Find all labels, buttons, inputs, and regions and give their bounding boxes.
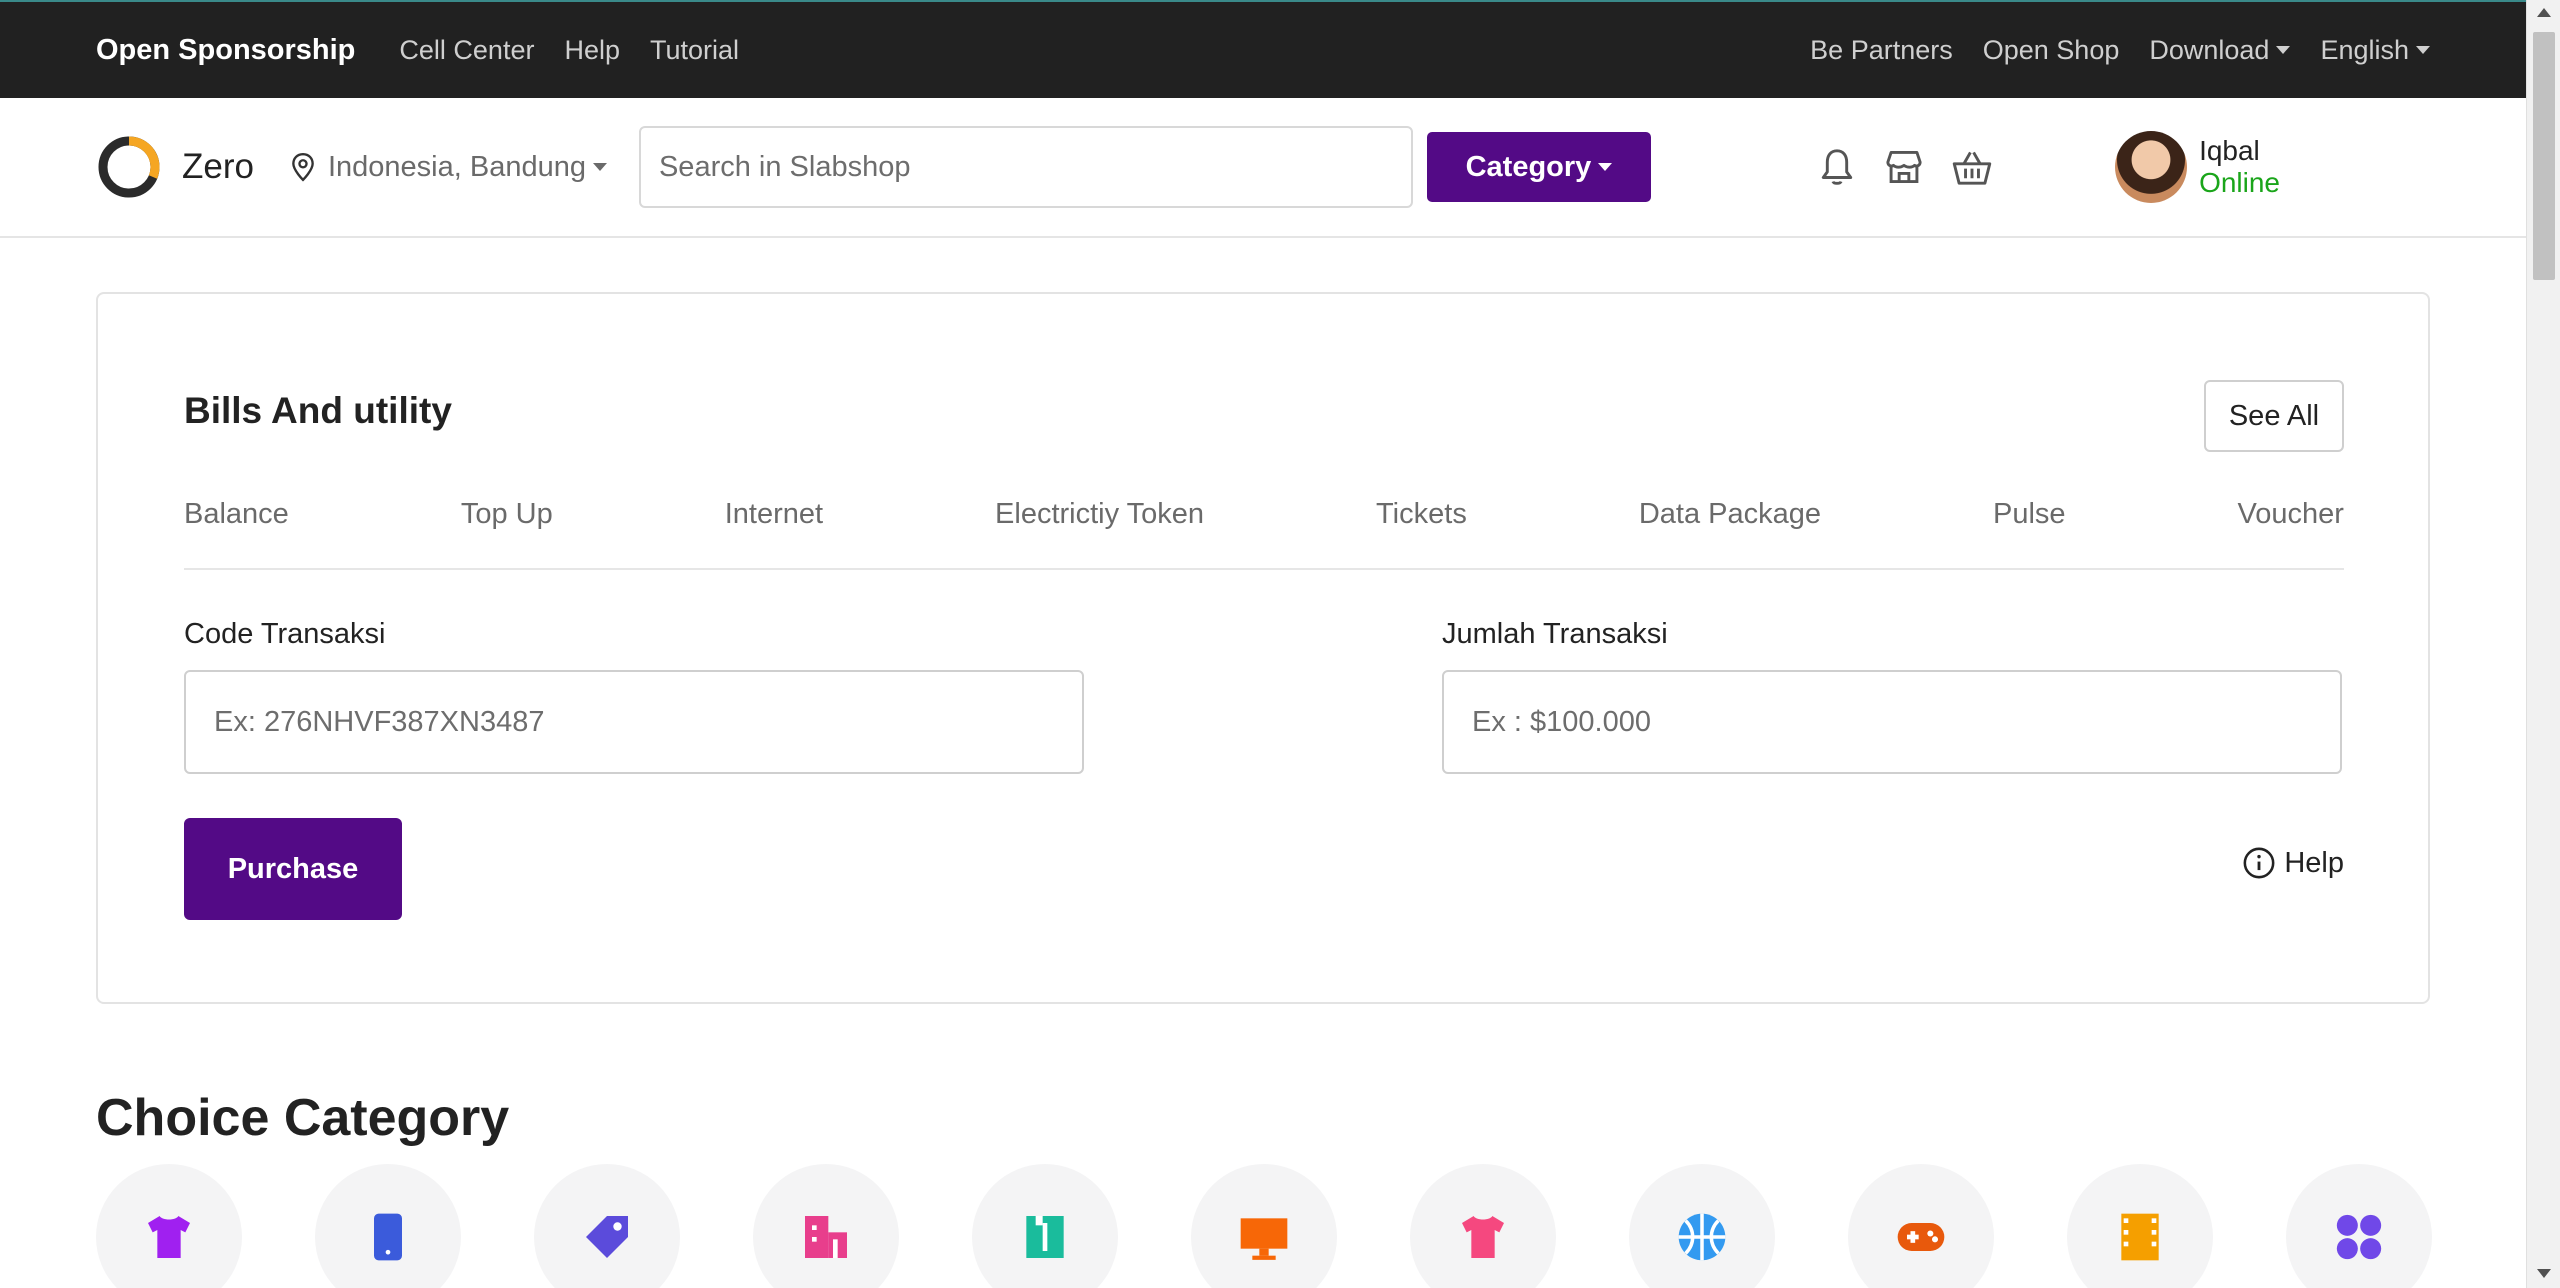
tab-data-package[interactable]: Data Package — [1639, 498, 1821, 531]
tab-top-up[interactable]: Top Up — [461, 498, 553, 531]
category-row — [96, 1164, 2432, 1288]
chevron-down-icon — [2276, 46, 2291, 54]
category-item-gamepad[interactable] — [1848, 1164, 1994, 1288]
scrollbar[interactable] — [2526, 0, 2560, 1288]
map-pin-icon — [292, 152, 314, 182]
download-dropdown[interactable]: Download — [2149, 34, 2291, 66]
nav-link-be-partners[interactable]: Be Partners — [1810, 35, 1953, 66]
language-label: English — [2320, 34, 2409, 65]
page: Open Sponsorship Cell Center Help Tutori… — [0, 0, 2560, 1288]
tshirt-icon — [148, 1216, 190, 1258]
code-label: Code Transaksi — [184, 618, 386, 650]
amount-label: Jumlah Transaksi — [1442, 618, 1668, 650]
download-label: Download — [2149, 34, 2270, 65]
location-selector[interactable]: Indonesia, Bandung — [290, 151, 607, 184]
info-icon — [2243, 847, 2275, 879]
tab-internet[interactable]: Internet — [725, 498, 823, 531]
help-link[interactable]: Help — [2242, 846, 2344, 880]
film-icon — [2121, 1213, 2159, 1261]
search-input[interactable] — [638, 126, 1413, 208]
category-item-tag[interactable] — [534, 1164, 680, 1288]
basketball-icon — [1678, 1213, 1726, 1261]
language-dropdown[interactable]: English — [2320, 35, 2430, 66]
tab-balance[interactable]: Balance — [184, 498, 289, 531]
jumlah-transaksi-input[interactable] — [1442, 670, 2342, 774]
basket-icon[interactable] — [1951, 147, 1993, 187]
code-transaksi-input[interactable] — [184, 670, 1084, 774]
nav-link-help[interactable]: Help — [564, 35, 620, 66]
shirt-icon — [1026, 1216, 1064, 1258]
chevron-down-icon — [592, 163, 607, 171]
user-name: Iqbal — [2199, 135, 2260, 166]
tag-icon — [586, 1216, 628, 1258]
category-item-shirt[interactable] — [972, 1164, 1118, 1288]
tab-tickets[interactable]: Tickets — [1376, 498, 1467, 531]
category-item-building[interactable] — [753, 1164, 899, 1288]
category-item-film[interactable] — [2067, 1164, 2213, 1288]
bell-icon[interactable] — [1817, 146, 1857, 188]
choice-category-title: Choice Category — [96, 1089, 510, 1147]
category-item-basketball[interactable] — [1629, 1164, 1775, 1288]
logo-text: Zero — [182, 147, 254, 186]
bills-tabs: Balance Top Up Internet Electrictiy Toke… — [184, 498, 2344, 570]
category-button[interactable]: Category — [1426, 132, 1651, 202]
bills-card: Bills And utility See All Balance Top Up… — [96, 292, 2430, 1004]
avatar[interactable] — [2115, 131, 2188, 203]
logo-ring-icon — [98, 136, 160, 198]
tab-pulse[interactable]: Pulse — [1993, 498, 2066, 531]
gamepad-icon — [1897, 1223, 1945, 1251]
purchase-button[interactable]: Purchase — [184, 818, 402, 920]
see-all-button[interactable]: See All — [2204, 380, 2344, 452]
store-icon[interactable] — [1883, 147, 1925, 187]
brand-link[interactable]: Open Sponsorship — [96, 34, 355, 67]
building-icon — [805, 1216, 847, 1258]
category-item-smartphone[interactable] — [315, 1164, 461, 1288]
logo[interactable]: Zero — [96, 134, 254, 200]
nav-link-tutorial[interactable]: Tutorial — [650, 35, 739, 66]
smartphone-icon — [374, 1213, 402, 1261]
nav-link-cell-center[interactable]: Cell Center — [399, 35, 534, 66]
top-nav: Open Sponsorship Cell Center Help Tutori… — [0, 0, 2526, 98]
scrollbar-thumb[interactable] — [2533, 32, 2555, 280]
chevron-down-icon — [1598, 163, 1613, 171]
nav-link-open-shop[interactable]: Open Shop — [1983, 35, 2120, 66]
bills-title: Bills And utility — [184, 390, 452, 431]
header: Zero Indonesia, Bandung Category — [0, 98, 2526, 238]
tab-electricity-token[interactable]: Electrictiy Token — [995, 498, 1204, 531]
location-label: Indonesia, Bandung — [327, 150, 586, 183]
category-item-tshirt[interactable] — [96, 1164, 242, 1288]
top-nav-right: Be Partners Open Shop Download English — [1780, 35, 2430, 66]
category-item-clothing[interactable] — [1410, 1164, 1556, 1288]
tab-voucher[interactable]: Voucher — [2238, 498, 2344, 531]
category-button-label: Category — [1465, 150, 1592, 183]
category-item-monitor[interactable] — [1191, 1164, 1337, 1288]
chevron-down-icon — [2416, 46, 2430, 54]
scroll-down-arrow-icon[interactable] — [2537, 1269, 2551, 1278]
user-status: Online — [2199, 167, 2280, 198]
category-item-more[interactable] — [2286, 1164, 2432, 1288]
user-info: Iqbal Online — [2199, 135, 2280, 199]
monitor-icon — [1240, 1218, 1288, 1260]
scroll-up-arrow-icon[interactable] — [2537, 8, 2551, 17]
help-label: Help — [2284, 846, 2344, 879]
clothing-icon — [1462, 1216, 1504, 1258]
grid-icon — [2336, 1214, 2382, 1260]
user-profile[interactable]: Iqbal Online — [2115, 131, 2280, 203]
header-icons — [1817, 146, 2019, 188]
